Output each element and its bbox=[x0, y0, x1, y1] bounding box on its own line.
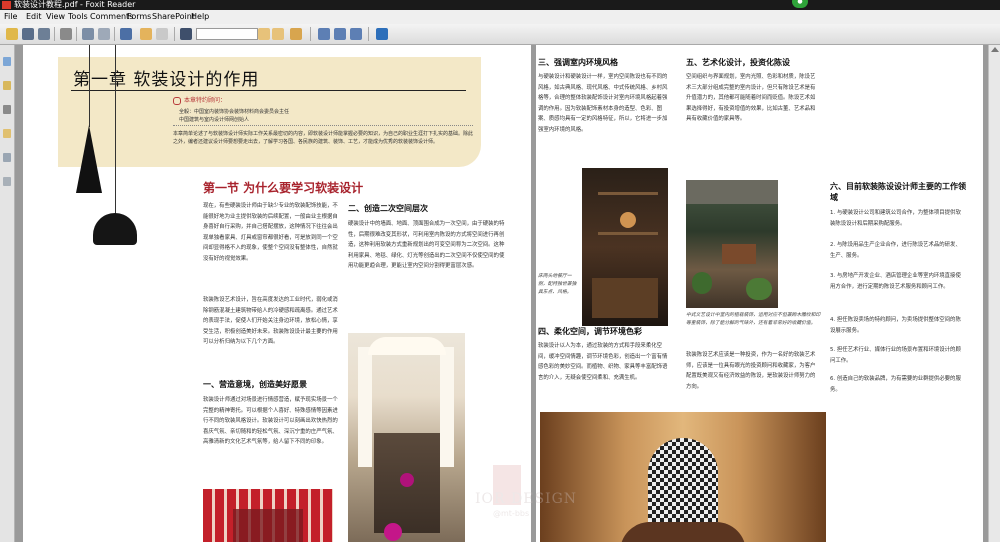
toolbar-separator bbox=[76, 27, 77, 41]
advisor-line: 全毅：中国室内装饰协会装饰材料商会委员会主任 bbox=[179, 109, 290, 115]
pendant-lamp-image bbox=[93, 213, 137, 245]
lamp-wire bbox=[115, 45, 116, 215]
menu-help[interactable]: Help bbox=[191, 10, 209, 24]
advisor-heading: 本章特约顾问： bbox=[173, 95, 226, 105]
page-view-icon[interactable] bbox=[120, 28, 132, 40]
lamp-wire bbox=[89, 45, 90, 127]
section-title: 第一节 为什么要学习软装设计 bbox=[203, 181, 364, 195]
find-prev-icon[interactable] bbox=[258, 28, 270, 40]
watermark: IOR DESIGN @mt-bbs bbox=[475, 465, 595, 525]
app-icon bbox=[2, 1, 11, 9]
rotate-icon[interactable] bbox=[376, 28, 388, 40]
document-view[interactable]: 第一章 软装设计的作用 本章特约顾问： 全毅：中国室内装饰协会装饰材料商会委员会… bbox=[15, 45, 988, 542]
attachments-icon[interactable] bbox=[3, 153, 11, 162]
save-as-icon[interactable] bbox=[38, 28, 50, 40]
list-item: 2. 与陈设用品生产企业合作，进行陈设艺术品的研发、生产、服务。 bbox=[830, 242, 961, 259]
list-item: 5. 担任艺术行业、媒体行业的场景布置和环境设计的顾问工作。 bbox=[830, 347, 961, 364]
properties-icon[interactable] bbox=[98, 28, 110, 40]
photo-caption: 中式文艺设计中室内的植栽装饰，运用对应不但兼顾木雕纹和印等重装饰，除了能分解的气… bbox=[686, 313, 821, 326]
navigation-panel bbox=[0, 45, 15, 542]
actual-size-icon[interactable] bbox=[350, 28, 362, 40]
binoculars-icon[interactable] bbox=[180, 28, 192, 40]
advisor-bullet-icon bbox=[173, 96, 181, 105]
toolbar bbox=[0, 24, 1000, 45]
subsection-heading: 五、艺术化设计，投资化陈设 bbox=[686, 58, 790, 67]
paragraph: 软装陈设艺术应该是一种投资，作为一名好的软装艺术师，应该是一位具有眼光的投资顾问… bbox=[686, 352, 816, 390]
vertical-scrollbar[interactable] bbox=[988, 45, 1000, 542]
search-input[interactable] bbox=[196, 28, 258, 40]
paragraph: 空间组织与界面规划，室内光照、色彩和材质，陈设艺术三大部分组成完整的室内设计，但… bbox=[686, 74, 816, 123]
list-item: 3. 与房地产开发企业、酒店管理企业等室内环境直接使用方合作，进行定期的陈设艺术… bbox=[830, 273, 961, 290]
paragraph: 软装设计以人为本，通过软装的方式和手段来柔化空间，缓冲空间情趣，调节环境色彩，创… bbox=[538, 343, 668, 381]
advisor-line: 中国建筑与室内设计师网创始人 bbox=[179, 117, 250, 123]
toolbar-separator bbox=[310, 27, 311, 41]
dining-hall-photo bbox=[348, 333, 465, 542]
photo-caption: 床两头地餐厅一侧，配特独世兼独具东点、风格。 bbox=[538, 274, 577, 295]
select-text-icon[interactable] bbox=[156, 28, 168, 40]
menu-sharepoint[interactable]: SharePoint bbox=[152, 10, 195, 24]
interior-photo bbox=[203, 489, 333, 542]
scroll-up-icon[interactable] bbox=[991, 47, 999, 52]
save-icon[interactable] bbox=[22, 28, 34, 40]
toolbar-separator bbox=[174, 27, 175, 41]
title-bar: 软装设计教程.pdf - Foxit Reader ● bbox=[0, 0, 1000, 10]
paragraph: 软装设计师通过对场景进行情感营造，赋予现实场景一个完整的精神寄托。可以根据个人喜… bbox=[203, 397, 338, 446]
toolbar-separator bbox=[114, 27, 115, 41]
subsection-heading: 一、营造意境，创造美好愿景 bbox=[203, 380, 307, 389]
list-item: 4. 担任陈设卖场的特约顾问，为卖场提供整体空间的陈设展示服务。 bbox=[830, 317, 961, 334]
paragraph: 硬装设计中的墙面、地面、顶面围合成为一次空间，由于硬装的特性，后期很难改变其形状… bbox=[348, 221, 505, 270]
comments-icon[interactable] bbox=[3, 129, 11, 138]
menu-bar: File Edit View Tools Comments Forms Shar… bbox=[0, 10, 1000, 24]
hand-tool-icon[interactable] bbox=[140, 28, 152, 40]
dotted-divider bbox=[173, 125, 473, 126]
toolbar-separator bbox=[54, 27, 55, 41]
signature-icon[interactable] bbox=[3, 177, 11, 186]
chapter-intro: 本章简单论述了与软装饰设计师实际工作关系最密切的内容，即软装设计师能掌握必要的知… bbox=[173, 131, 474, 145]
fit-page-icon[interactable] bbox=[318, 28, 330, 40]
comment-icon[interactable] bbox=[290, 28, 302, 40]
subsection-heading: 四、柔化空间，调节环境色彩 bbox=[538, 327, 642, 336]
fit-width-icon[interactable] bbox=[334, 28, 346, 40]
paragraph: 现在，有些硬装设计师由于缺少专业的软装配饰技能，不能很好地为业主提供软装的后续配… bbox=[203, 203, 338, 262]
advisor-heading-text: 本章特约顾问： bbox=[184, 97, 227, 104]
title-rule bbox=[71, 90, 466, 91]
pendant-lamp-image bbox=[76, 125, 102, 193]
subsection-heading: 三、强调室内环境风格 bbox=[538, 58, 618, 67]
pages-icon[interactable] bbox=[3, 57, 11, 66]
shelf-photo bbox=[582, 168, 668, 326]
watermark-text: IOR DESIGN bbox=[475, 491, 577, 507]
window-title: 软装设计教程.pdf - Foxit Reader bbox=[14, 0, 136, 9]
chapter-title: 第一章 软装设计的作用 bbox=[73, 70, 260, 90]
menu-file[interactable]: File bbox=[4, 10, 17, 24]
open-icon[interactable] bbox=[6, 28, 18, 40]
paragraph: 软装陈设艺术设计，旨在高度发达的工业时代，弱化或消除钢筋混凝土建筑物带给人的冷硬… bbox=[203, 297, 338, 346]
menu-tools[interactable]: Tools bbox=[68, 10, 88, 24]
menu-edit[interactable]: Edit bbox=[26, 10, 42, 24]
watermark-handle: @mt-bbs bbox=[493, 509, 530, 518]
courtyard-photo bbox=[686, 180, 778, 308]
list-item: 6. 创造自己的软装品牌，为有需要的业群提供必要的服务。 bbox=[830, 376, 961, 393]
print-icon[interactable] bbox=[60, 28, 72, 40]
right-page: 三、强调室内环境风格 与硬装设计和硬装设计一样，室内空间陈设也有不同的风格，如古… bbox=[536, 45, 983, 542]
list-item: 1. 与硬装设计公司和建筑公司合作，为整体项目提供软装陈设设计和后期采购配服务。 bbox=[830, 210, 961, 227]
layers-icon[interactable] bbox=[3, 105, 11, 114]
notification-bubble[interactable]: ● bbox=[792, 0, 808, 8]
bookmarks-icon[interactable] bbox=[3, 81, 11, 90]
menu-forms[interactable]: Forms bbox=[127, 10, 151, 24]
subsection-heading: 六、目前软装陈设设计师主要的工作领域 bbox=[830, 182, 966, 202]
subsection-heading: 二、创造二次空间层次 bbox=[348, 204, 428, 213]
email-icon[interactable] bbox=[82, 28, 94, 40]
toolbar-separator bbox=[368, 27, 369, 41]
menu-view[interactable]: View bbox=[46, 10, 65, 24]
left-page: 第一章 软装设计的作用 本章特约顾问： 全毅：中国室内装饰协会装饰材料商会委员会… bbox=[23, 45, 531, 542]
paragraph: 与硬装设计和硬装设计一样，室内空间陈设也有不同的风格，如古典风格、现代风格、中式… bbox=[538, 74, 668, 133]
find-next-icon[interactable] bbox=[272, 28, 284, 40]
